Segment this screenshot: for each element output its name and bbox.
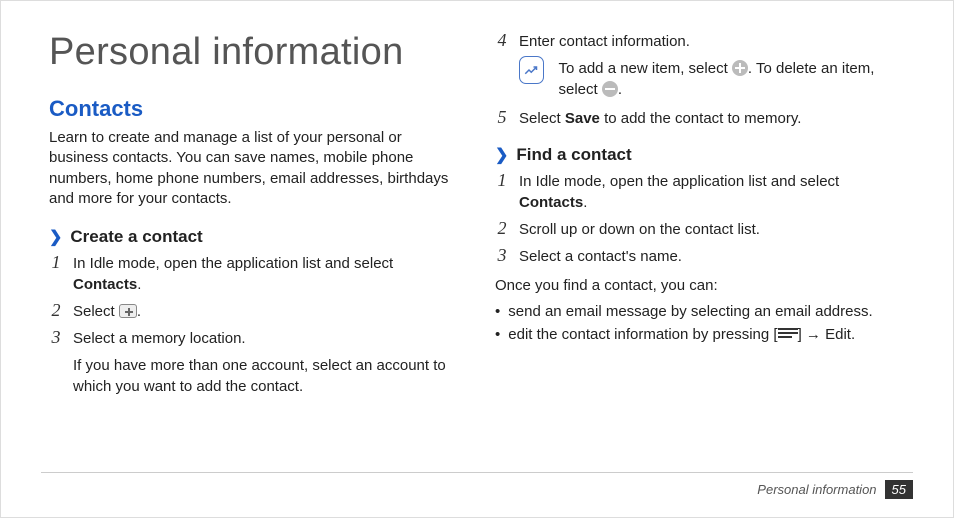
right-column: 4 Enter contact information. To add a ne… (495, 31, 905, 403)
step-number: 2 (49, 301, 63, 322)
footer-rule (41, 472, 913, 473)
step-number: 2 (495, 219, 509, 240)
page-footer: Personal information 55 (757, 480, 913, 499)
section-contacts-heading: Contacts (49, 96, 459, 122)
create-step-4: 4 Enter contact information. (495, 31, 905, 52)
menu-key-icon (778, 328, 798, 340)
footer-label: Personal information (757, 482, 876, 497)
step-number: 3 (495, 246, 509, 267)
contacts-intro: Learn to create and manage a list of you… (49, 128, 459, 209)
create-steps: 1 In Idle mode, open the application lis… (49, 253, 459, 349)
create-step-1: 1 In Idle mode, open the application lis… (49, 253, 459, 295)
add-button-icon (119, 304, 137, 318)
step-text: Select . (73, 301, 459, 322)
find-bullets: send an email message by selecting an em… (495, 300, 905, 347)
create-step-3: 3 Select a memory location. (49, 328, 459, 349)
step-number: 5 (495, 108, 509, 129)
step-text: In Idle mode, open the application list … (73, 253, 459, 295)
add-item-icon (732, 60, 748, 76)
create-steps-continued-2: 5 Select Save to add the contact to memo… (495, 108, 905, 129)
create-step-5: 5 Select Save to add the contact to memo… (495, 108, 905, 129)
find-step-3: 3 Select a contact's name. (495, 246, 905, 267)
create-steps-continued: 4 Enter contact information. (495, 31, 905, 52)
note-text: To add a new item, select . To delete an… (558, 58, 905, 100)
page-content: Personal information Contacts Learn to c… (1, 1, 953, 423)
note-row: To add a new item, select . To delete an… (519, 58, 905, 100)
step-text: In Idle mode, open the application list … (519, 171, 905, 213)
find-step-2: 2 Scroll up or down on the contact list. (495, 219, 905, 240)
create-step-3-note: If you have more than one account, selec… (73, 355, 459, 397)
step-text: Select a memory location. (73, 328, 459, 349)
find-steps: 1 In Idle mode, open the application lis… (495, 171, 905, 267)
find-after-text: Once you find a contact, you can: (495, 275, 905, 296)
create-heading: Create a contact (70, 227, 202, 247)
chevron-right-icon: ❯ (495, 145, 508, 165)
chevron-right-icon: ❯ (49, 227, 62, 247)
delete-item-icon (602, 81, 618, 97)
step-number: 3 (49, 328, 63, 349)
create-step-2: 2 Select . (49, 301, 459, 322)
step-text: Select Save to add the contact to memory… (519, 108, 905, 129)
step-text: Scroll up or down on the contact list. (519, 219, 905, 240)
bullet-edit: edit the contact information by pressing… (495, 323, 905, 346)
step-number: 1 (49, 253, 63, 295)
step-number: 1 (495, 171, 509, 213)
find-heading: Find a contact (516, 145, 631, 165)
page-title: Personal information (49, 31, 459, 74)
subsection-find: ❯ Find a contact (495, 145, 905, 165)
step-number: 4 (495, 31, 509, 52)
step-text: Select a contact's name. (519, 246, 905, 267)
left-column: Personal information Contacts Learn to c… (49, 31, 459, 403)
find-step-1: 1 In Idle mode, open the application lis… (495, 171, 905, 213)
step-text: Enter contact information. (519, 31, 905, 52)
note-icon (519, 56, 544, 84)
subsection-create: ❯ Create a contact (49, 227, 459, 247)
page-number: 55 (885, 480, 913, 499)
bullet-email: send an email message by selecting an em… (495, 300, 905, 323)
